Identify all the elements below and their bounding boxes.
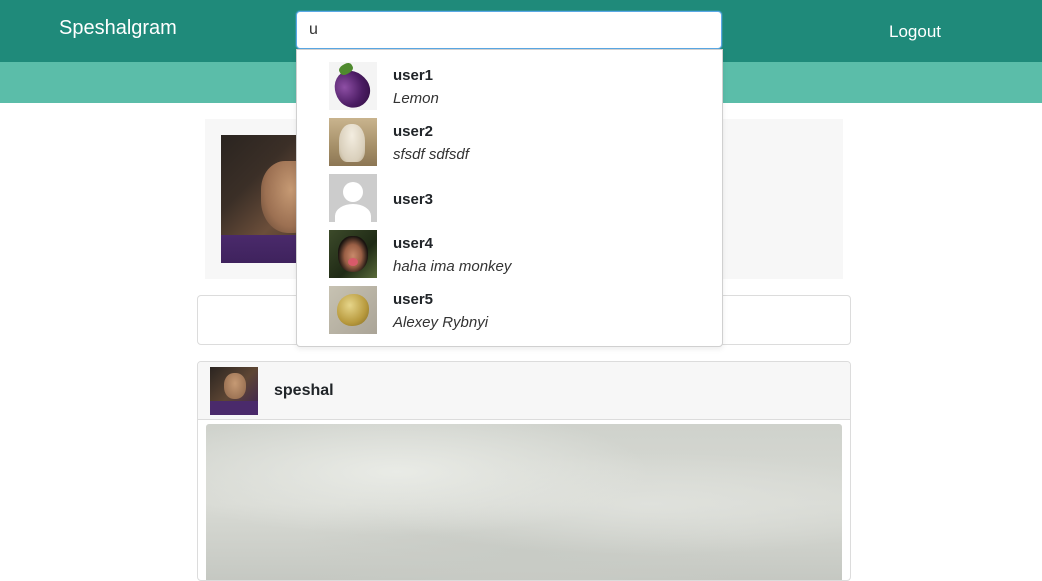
brand-logo[interactable]: Speshalgram xyxy=(59,17,177,40)
post-author-avatar[interactable] xyxy=(210,367,258,415)
search-result-item[interactable]: user5 Alexey Rybnyi xyxy=(297,286,722,342)
result-bio: Lemon xyxy=(393,90,439,107)
monkey-avatar-icon xyxy=(329,230,377,278)
post-card: speshal xyxy=(197,361,851,581)
result-username: user3 xyxy=(393,191,434,208)
result-username: user1 xyxy=(393,67,434,84)
post-image xyxy=(206,424,842,580)
search-result-item[interactable]: user2 sfsdf sdfsdf xyxy=(297,118,722,174)
logout-link[interactable]: Logout xyxy=(889,22,941,42)
search-results-dropdown: user1 Lemon user2 sfsdf sdfsdf user3 use… xyxy=(296,49,723,347)
result-username: user2 xyxy=(393,123,434,140)
result-bio: Alexey Rybnyi xyxy=(393,314,489,331)
search-result-item[interactable]: user1 Lemon xyxy=(297,62,722,118)
dog-avatar-icon xyxy=(329,118,377,166)
post-author-username[interactable]: speshal xyxy=(274,382,334,400)
potato-avatar-icon xyxy=(329,286,377,334)
result-username: user5 xyxy=(393,291,434,308)
search-result-item[interactable]: user4 haha ima monkey xyxy=(297,230,722,286)
default-avatar-icon xyxy=(329,174,377,222)
eggplant-avatar-icon xyxy=(329,62,377,110)
post-header: speshal xyxy=(198,362,850,420)
search-result-item[interactable]: user3 xyxy=(297,174,722,230)
result-bio: sfsdf sdfsdf xyxy=(393,146,469,163)
search-input[interactable] xyxy=(296,11,722,49)
result-bio: haha ima monkey xyxy=(393,258,512,275)
result-username: user4 xyxy=(393,235,434,252)
